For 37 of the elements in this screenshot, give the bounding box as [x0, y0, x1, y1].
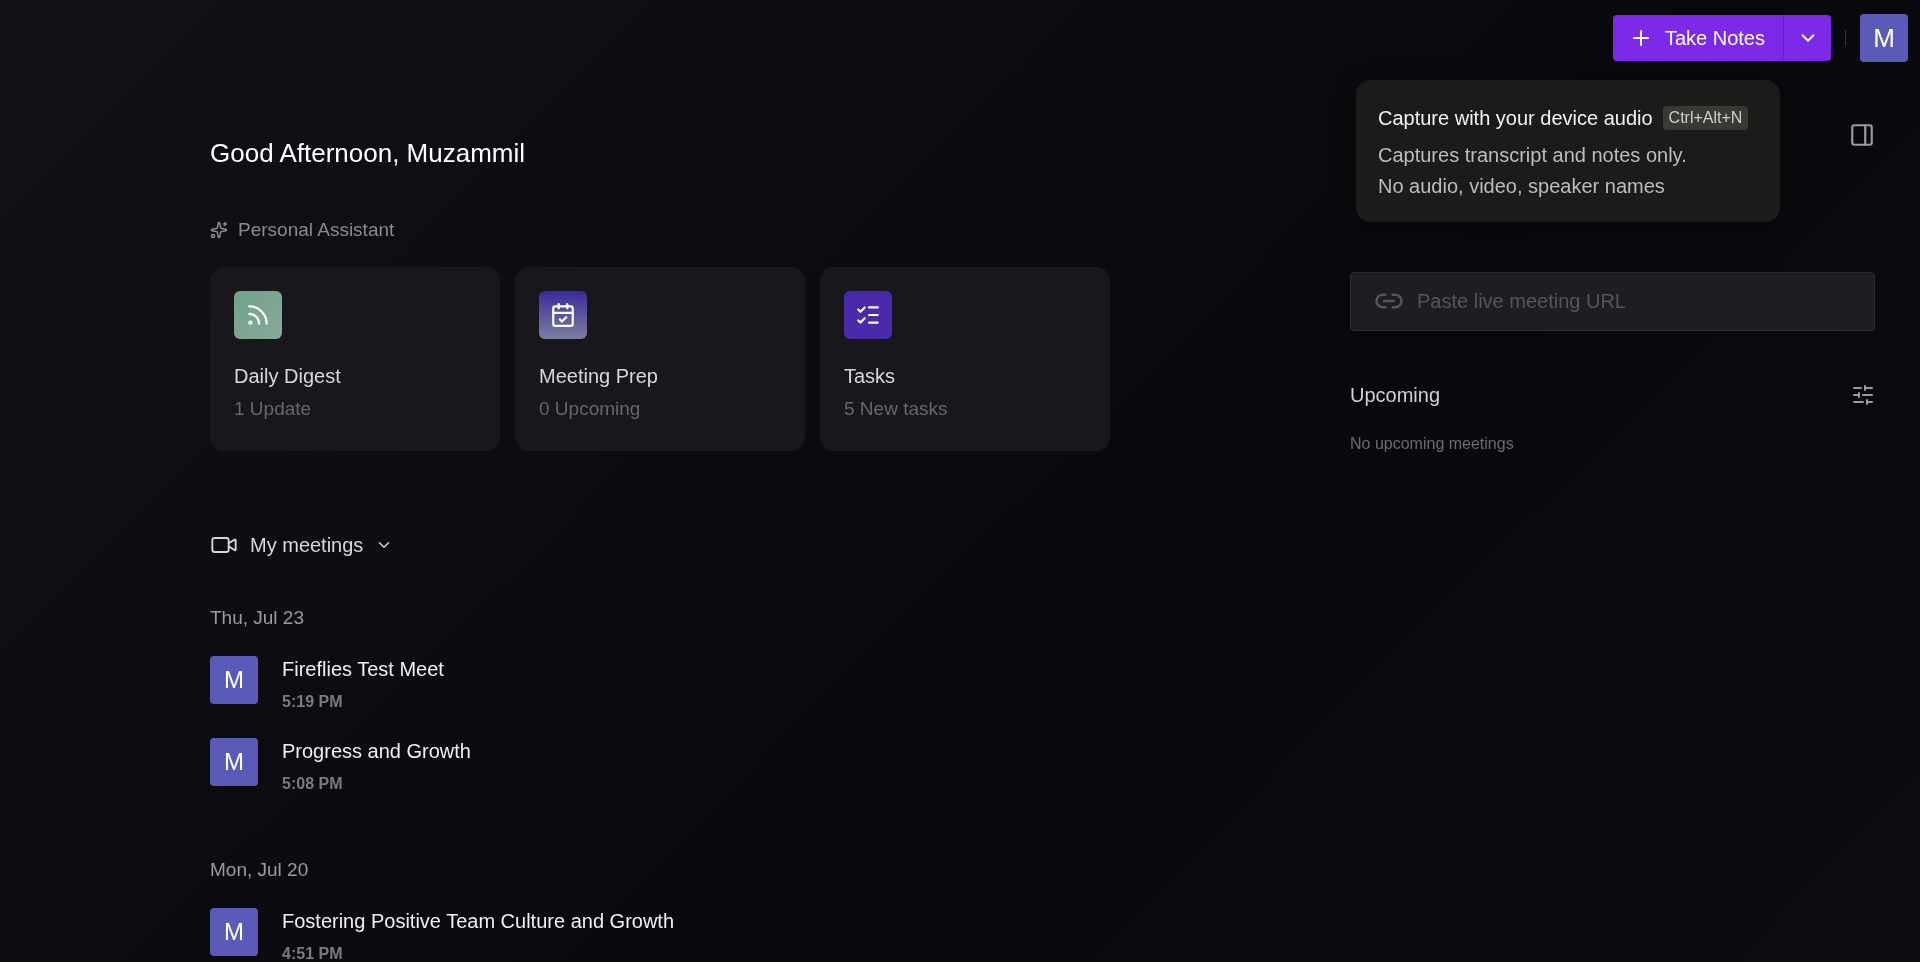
section-title: Personal Assistant — [238, 219, 395, 241]
meeting-avatar: M — [210, 908, 258, 956]
date-heading: Thu, Jul 23 — [210, 607, 305, 629]
sparkles-icon — [210, 221, 228, 239]
tooltip-text: Captures transcript and notes only. — [1378, 144, 1688, 167]
meeting-avatar: M — [210, 656, 258, 704]
meeting-time: 4:51 PM — [282, 945, 344, 962]
panel-toggle-icon[interactable] — [1849, 122, 1875, 148]
tooltip-title: Capture with your device audio — [1378, 106, 1653, 130]
upcoming-title: Upcoming — [1350, 383, 1441, 407]
card-title: Tasks — [844, 365, 897, 388]
card-subtitle: 0 Upcoming — [539, 398, 642, 420]
meeting-title[interactable]: Fostering Positive Team Culture and Growth — [282, 908, 675, 933]
meeting-title[interactable]: Progress and Growth — [282, 738, 471, 763]
meeting-time: 5:08 PM — [282, 775, 344, 793]
card-title: Daily Digest — [234, 365, 342, 388]
meeting-title[interactable]: Fireflies Test Meet — [282, 656, 444, 681]
assistant-card[interactable]: Daily Digest 1 Update — [210, 267, 500, 451]
greeting-heading: Good Afternoon, Muzammil — [210, 138, 527, 169]
meeting-avatar: M — [210, 738, 258, 786]
card-subtitle: 1 Update — [234, 398, 313, 420]
user-avatar[interactable]: M — [1860, 14, 1908, 62]
rss-icon — [245, 302, 271, 328]
card-subtitle: 5 New tasks — [844, 398, 949, 420]
meeting-time: 5:19 PM — [282, 693, 344, 711]
take-notes-button[interactable]: Take Notes — [1612, 15, 1783, 61]
tooltip-text: No audio, video, speaker names — [1378, 175, 1666, 198]
filter-icon[interactable] — [1851, 383, 1875, 407]
card-title: Meeting Prep — [539, 365, 659, 388]
assistant-card[interactable]: Meeting Prep 0 Upcoming — [515, 267, 805, 451]
shortcut-key: Ctrl+Alt+N — [1662, 106, 1749, 130]
date-heading: Mon, Jul 20 — [210, 859, 310, 881]
empty-message: No upcoming meetings — [1350, 435, 1515, 453]
calendar-check-icon — [550, 302, 576, 328]
assistant-card[interactable]: Tasks 5 New tasks — [820, 267, 1110, 451]
meeting-url-field[interactable]: Paste live meeting URL — [1350, 272, 1875, 331]
my-meetings-dropdown[interactable]: My meetings — [210, 531, 394, 559]
